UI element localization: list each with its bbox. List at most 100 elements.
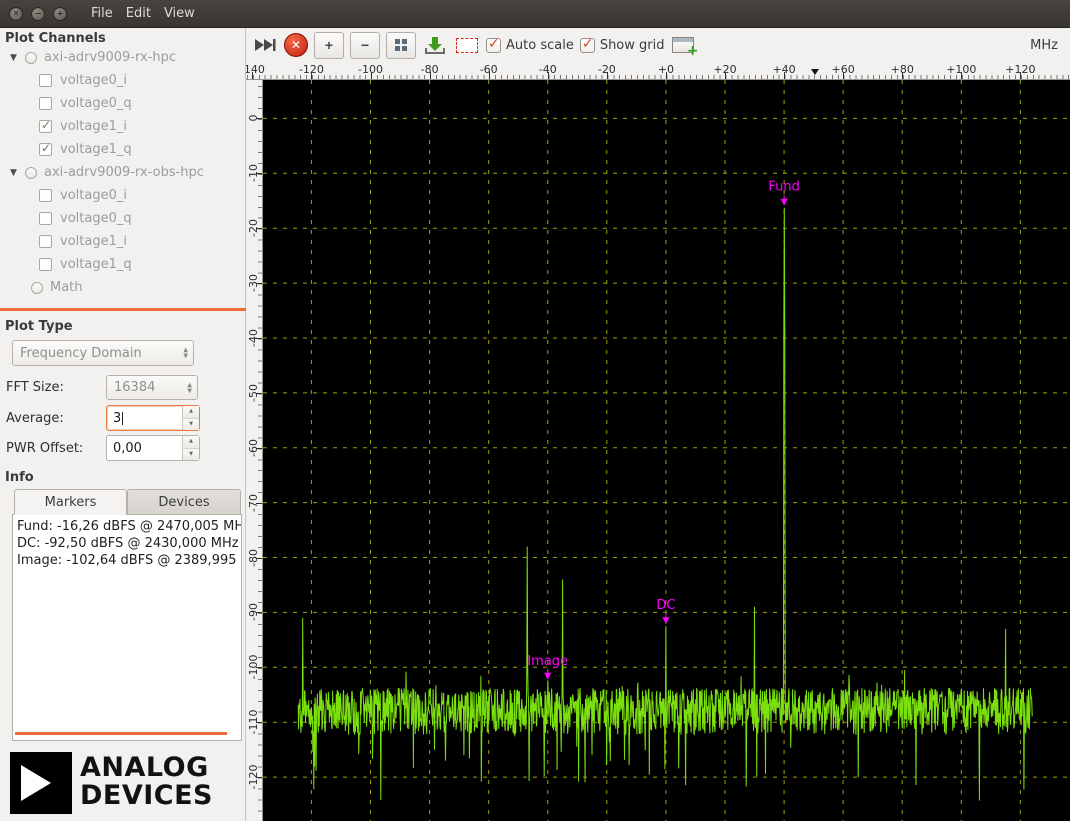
y-ruler[interactable]: 0-10-20-30-40-50-60-70-80-90-100-110-120 bbox=[246, 80, 263, 821]
plot-channels-heading: Plot Channels bbox=[5, 31, 106, 46]
zoom-in-button[interactable]: + bbox=[314, 32, 344, 59]
channel-checkbox[interactable] bbox=[39, 212, 52, 225]
plot-type-combobox[interactable]: Frequency Domain bbox=[12, 340, 194, 366]
tree-label: voltage1_i bbox=[60, 234, 127, 249]
show-grid-checkbox[interactable]: Show grid bbox=[580, 38, 665, 53]
combo-arrows-icon bbox=[183, 348, 188, 359]
spin-down-icon[interactable] bbox=[183, 449, 199, 461]
y-tick-mark bbox=[256, 173, 262, 174]
tab-devices[interactable]: Devices bbox=[127, 489, 241, 515]
checkbox-checked-icon[interactable] bbox=[486, 38, 501, 53]
x-tick-label: -140 bbox=[246, 63, 274, 76]
x-tick-mark bbox=[843, 72, 844, 79]
capture-play-icon[interactable] bbox=[252, 32, 278, 58]
tree-label: voltage1_q bbox=[60, 142, 132, 157]
channel-checkbox[interactable] bbox=[39, 120, 52, 133]
tree-row-voltage0_i[interactable]: voltage0_i bbox=[0, 69, 245, 92]
tree-label: voltage0_i bbox=[60, 188, 127, 203]
menu-edit[interactable]: Edit bbox=[126, 6, 151, 21]
x-tick-mark bbox=[252, 72, 253, 79]
marker-line-image: Image: -102,64 dBFS @ 2389,995 MHz bbox=[17, 552, 237, 569]
horizontal-scrollbar[interactable] bbox=[15, 732, 227, 735]
channel-checkbox[interactable] bbox=[39, 235, 52, 248]
menu-view[interactable]: View bbox=[164, 6, 195, 21]
spin-up-icon[interactable] bbox=[183, 406, 199, 419]
spin-up-icon[interactable] bbox=[183, 436, 199, 449]
x-tick-mark bbox=[548, 72, 549, 79]
tab-markers[interactable]: Markers bbox=[14, 489, 127, 515]
math-radio[interactable] bbox=[31, 282, 43, 294]
window-titlebar: File Edit View bbox=[0, 0, 1070, 28]
tree-label: Math bbox=[50, 280, 83, 295]
info-heading: Info bbox=[5, 470, 34, 485]
iio-oscilloscope-window: File Edit View Plot Channels axi-adrv900… bbox=[0, 0, 1070, 821]
channel-checkbox[interactable] bbox=[39, 189, 52, 202]
sidebar: Plot Channels axi-adrv9009-rx-hpcvoltage… bbox=[0, 28, 246, 821]
channel-checkbox[interactable] bbox=[39, 143, 52, 156]
x-ruler[interactable]: -140-120-100-80-60-40-20+0+20+40+60+80+1… bbox=[246, 62, 1070, 80]
marker-layer: ImageDCFund bbox=[527, 180, 800, 680]
plot-toolbar: + − Auto scale Show grid MHz bbox=[246, 28, 1070, 62]
tree-row-voltage0_q[interactable]: voltage0_q bbox=[0, 92, 245, 115]
marker-line-dc: DC: -92,50 dBFS @ 2430,000 MHz bbox=[17, 535, 237, 552]
pane-divider[interactable] bbox=[0, 308, 246, 311]
save-image-icon[interactable] bbox=[422, 32, 448, 58]
expander-icon[interactable] bbox=[10, 53, 25, 63]
auto-scale-checkbox[interactable]: Auto scale bbox=[486, 38, 574, 53]
menu-file[interactable]: File bbox=[91, 6, 113, 21]
tree-row-voltage1_i[interactable]: voltage1_i bbox=[0, 115, 245, 138]
x-tick-mark bbox=[725, 72, 726, 79]
channel-checkbox[interactable] bbox=[39, 74, 52, 87]
new-window-plus-icon bbox=[672, 37, 694, 53]
y-tick-mark bbox=[256, 118, 262, 119]
tree-row-voltage1_i[interactable]: voltage1_i bbox=[0, 230, 245, 253]
spin-steppers bbox=[182, 436, 199, 460]
tree-label: voltage1_q bbox=[60, 257, 132, 272]
dashed-region-icon bbox=[456, 38, 478, 53]
tree-row-voltage0_i[interactable]: voltage0_i bbox=[0, 184, 245, 207]
zoom-fit-button[interactable] bbox=[386, 32, 416, 59]
y-tick-mark bbox=[256, 777, 262, 778]
checkbox-checked-icon[interactable] bbox=[580, 38, 595, 53]
y-tick-mark bbox=[256, 558, 262, 559]
logo-line1: ANALOG bbox=[80, 754, 213, 782]
y-tick-mark bbox=[256, 338, 262, 339]
channel-checkbox[interactable] bbox=[39, 258, 52, 271]
channel-tree: axi-adrv9009-rx-hpcvoltage0_ivoltage0_qv… bbox=[0, 46, 245, 299]
tree-row-Math[interactable]: Math bbox=[0, 276, 245, 299]
y-tick-mark bbox=[256, 667, 262, 668]
tree-row-voltage1_q[interactable]: voltage1_q bbox=[0, 253, 245, 276]
fft-size-combobox[interactable]: 16384 bbox=[106, 375, 198, 400]
tree-row-axi-adrv9009-rx-hpc[interactable]: axi-adrv9009-rx-hpc bbox=[0, 46, 245, 69]
spectrum-plot[interactable]: ImageDCFund bbox=[263, 80, 1070, 821]
x-tick-mark bbox=[1020, 72, 1021, 79]
logo-line2: DEVICES bbox=[80, 782, 213, 810]
channel-checkbox[interactable] bbox=[39, 97, 52, 110]
spin-down-icon[interactable] bbox=[183, 419, 199, 431]
tree-row-voltage1_q[interactable]: voltage1_q bbox=[0, 138, 245, 161]
close-window-button[interactable] bbox=[9, 7, 23, 21]
maximize-window-button[interactable] bbox=[53, 7, 67, 21]
device-radio[interactable] bbox=[25, 167, 37, 179]
x-tick-mark bbox=[371, 72, 372, 79]
fft-size-label: FFT Size: bbox=[6, 380, 64, 395]
pwr-offset-spinbox[interactable]: 0,00 bbox=[106, 435, 200, 461]
plot-type-value: Frequency Domain bbox=[20, 346, 142, 361]
stop-capture-icon[interactable] bbox=[284, 33, 308, 57]
marker-label: Fund bbox=[768, 180, 800, 195]
text-caret bbox=[122, 412, 123, 425]
average-spinbox[interactable]: 3 bbox=[106, 405, 200, 431]
unit-label: MHz bbox=[1030, 38, 1058, 53]
pwr-offset-value: 0,00 bbox=[113, 441, 142, 456]
screenshot-region-icon[interactable] bbox=[454, 32, 480, 58]
spin-steppers bbox=[182, 406, 199, 430]
device-radio[interactable] bbox=[25, 52, 37, 64]
x-tick-mark bbox=[489, 72, 490, 79]
marker-info-panel[interactable]: Fund: -16,26 dBFS @ 2470,005 MHz DC: -92… bbox=[12, 514, 242, 741]
zoom-out-button[interactable]: − bbox=[350, 32, 380, 59]
tree-row-voltage0_q[interactable]: voltage0_q bbox=[0, 207, 245, 230]
expander-icon[interactable] bbox=[10, 168, 25, 178]
new-plot-icon[interactable] bbox=[670, 32, 696, 58]
minimize-window-button[interactable] bbox=[31, 7, 45, 21]
tree-row-axi-adrv9009-rx-obs-hpc[interactable]: axi-adrv9009-rx-obs-hpc bbox=[0, 161, 245, 184]
